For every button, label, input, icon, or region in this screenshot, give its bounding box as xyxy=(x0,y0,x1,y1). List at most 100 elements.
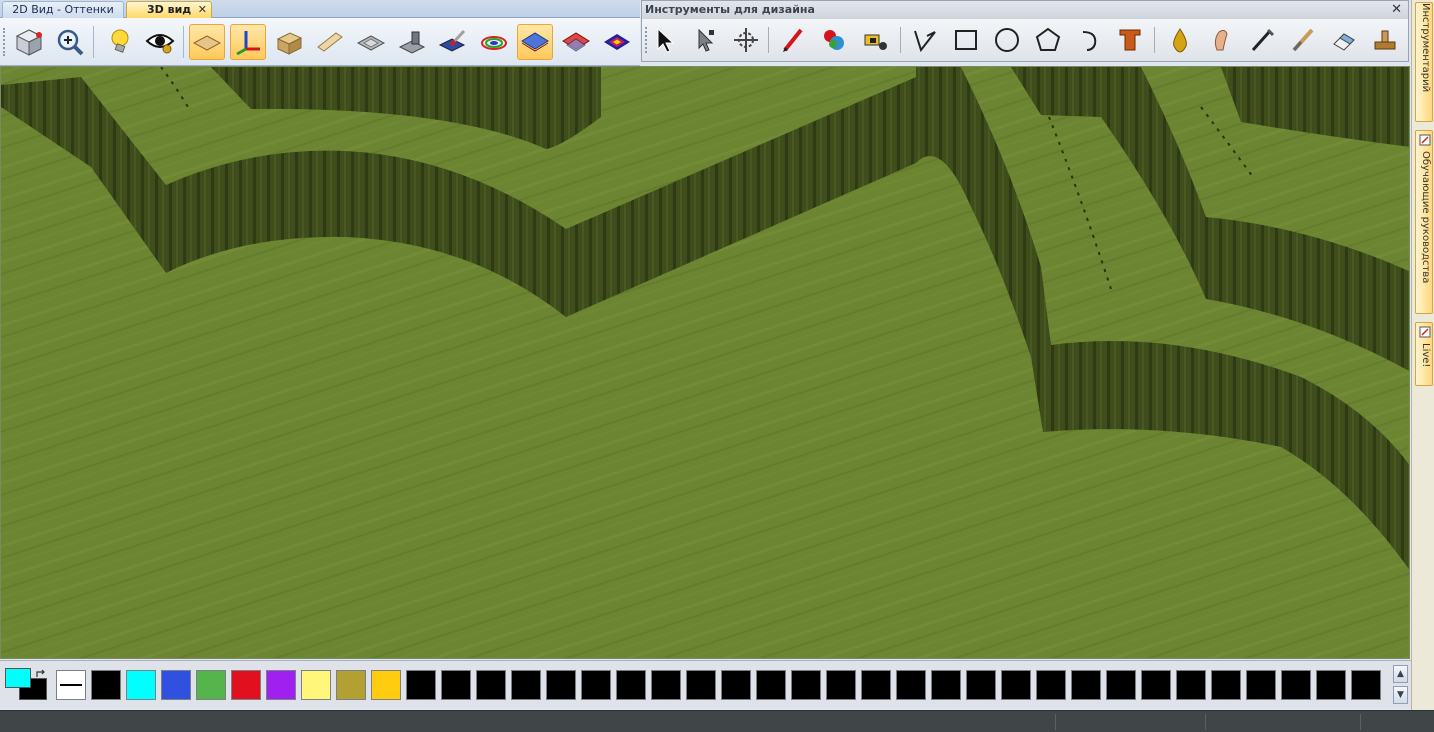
rectangle-tool-button[interactable] xyxy=(949,23,983,57)
palette-swatch[interactable] xyxy=(931,670,961,700)
paint-brush-icon xyxy=(438,29,466,52)
swap-colors-icon[interactable] xyxy=(35,669,47,679)
flat-plane-button[interactable] xyxy=(189,24,225,60)
axes-button[interactable] xyxy=(230,24,266,60)
drop-tool-button[interactable] xyxy=(1163,23,1197,57)
palette-swatch[interactable] xyxy=(161,670,191,700)
paint-brush-button[interactable] xyxy=(435,24,471,60)
palette-swatch[interactable] xyxy=(1001,670,1031,700)
palette-swatch[interactable] xyxy=(1176,670,1206,700)
palette-swatch[interactable] xyxy=(231,670,261,700)
palette-swatch[interactable] xyxy=(1316,670,1346,700)
color-layer-button[interactable] xyxy=(476,24,512,60)
palette-swatch[interactable] xyxy=(686,670,716,700)
transform-tool-button[interactable] xyxy=(729,23,763,57)
palette-scroll-down[interactable]: ▼ xyxy=(1393,686,1408,704)
palette-swatch[interactable] xyxy=(1281,670,1311,700)
palette-swatch[interactable] xyxy=(476,670,506,700)
toolbar-grip[interactable] xyxy=(3,28,6,56)
stamp-tool-button[interactable] xyxy=(1368,23,1402,57)
circle-tool-button[interactable] xyxy=(990,23,1024,57)
machine-button[interactable] xyxy=(394,24,430,60)
current-colors[interactable] xyxy=(5,668,49,702)
tab-3d-view[interactable]: 3D вид ✕ xyxy=(126,1,212,18)
palette-swatch[interactable] xyxy=(1211,670,1241,700)
design-tools-toolbar xyxy=(642,19,1408,61)
close-icon[interactable]: ✕ xyxy=(1391,1,1402,18)
palette-swatch[interactable] xyxy=(336,670,366,700)
red-plane-button[interactable] xyxy=(558,24,594,60)
palette-scroll-up[interactable]: ▲ xyxy=(1393,665,1408,683)
palette-swatch[interactable] xyxy=(1141,670,1171,700)
palette-swatch[interactable] xyxy=(826,670,856,700)
relief-plate-icon xyxy=(356,35,386,51)
pen-tool-button[interactable] xyxy=(1245,23,1279,57)
text-tool-button[interactable] xyxy=(1113,23,1147,57)
eraser-tool-button[interactable] xyxy=(1327,23,1361,57)
palette-swatch[interactable] xyxy=(1036,670,1066,700)
status-divider xyxy=(1055,714,1056,730)
side-tab-live[interactable]: Live! xyxy=(1415,322,1433,386)
right-side-panel: Инструментарий Обучающие руководства Liv… xyxy=(1411,0,1434,710)
palette-swatch[interactable] xyxy=(126,670,156,700)
palette-swatch[interactable] xyxy=(756,670,786,700)
palette-swatch[interactable] xyxy=(371,670,401,700)
palette-swatch[interactable] xyxy=(511,670,541,700)
side-tab-live-label: Live! xyxy=(1420,343,1431,368)
eraser-fill-tool-button[interactable] xyxy=(858,23,892,57)
palette-swatch[interactable] xyxy=(1071,670,1101,700)
wood-box-icon xyxy=(276,32,303,55)
polyline-tool-button[interactable] xyxy=(908,23,942,57)
toolbar-separator xyxy=(1154,27,1155,53)
zoom-button[interactable] xyxy=(52,24,88,60)
palette-swatch[interactable] xyxy=(721,670,751,700)
app-window: 2D Вид - Оттенки 3D вид ✕ Инструменты дл… xyxy=(0,0,1434,732)
wood-plank-button[interactable] xyxy=(312,24,348,60)
polygon-tool-button[interactable] xyxy=(1031,23,1065,57)
palette-swatch[interactable] xyxy=(791,670,821,700)
node-edit-tool-button[interactable] xyxy=(688,23,722,57)
wood-box-button[interactable] xyxy=(271,24,307,60)
palette-swatch[interactable] xyxy=(896,670,926,700)
primary-color-swatch[interactable] xyxy=(5,668,31,688)
color-fill-tool-button[interactable] xyxy=(817,23,851,57)
relief-plate-button[interactable] xyxy=(353,24,389,60)
palette-swatch[interactable] xyxy=(406,670,436,700)
palette-swatch[interactable] xyxy=(56,670,86,700)
palette-swatch[interactable] xyxy=(616,670,646,700)
tab-2d-view[interactable]: 2D Вид - Оттенки xyxy=(2,1,124,18)
palette-swatch[interactable] xyxy=(91,670,121,700)
palette-swatch[interactable] xyxy=(1246,670,1276,700)
3d-viewport[interactable] xyxy=(0,66,1410,659)
knife-tool-button[interactable] xyxy=(1286,23,1320,57)
close-icon[interactable]: ✕ xyxy=(198,2,207,18)
visibility-button[interactable] xyxy=(142,24,178,60)
cube-view-icon xyxy=(15,29,43,56)
select-tool-button[interactable] xyxy=(647,23,681,57)
palette-swatch[interactable] xyxy=(1351,670,1381,700)
design-tools-title[interactable]: Инструменты для дизайна ✕ xyxy=(642,1,1408,19)
palette-swatch[interactable] xyxy=(266,670,296,700)
palette-swatch[interactable] xyxy=(581,670,611,700)
palette-swatch[interactable] xyxy=(966,670,996,700)
pencil-tool-button[interactable] xyxy=(776,23,810,57)
heatmap-plane-button[interactable] xyxy=(599,24,635,60)
terrain-render[interactable] xyxy=(1,67,1410,659)
select-arrow-icon xyxy=(657,27,675,53)
node-edit-icon xyxy=(698,28,714,52)
palette-swatch[interactable] xyxy=(651,670,681,700)
lighting-button[interactable] xyxy=(101,24,137,60)
smudge-tool-button[interactable] xyxy=(1204,23,1238,57)
palette-swatch[interactable] xyxy=(196,670,226,700)
arc-tool-button[interactable] xyxy=(1072,23,1106,57)
side-tab-tutorials[interactable]: Обучающие руководства xyxy=(1415,130,1433,314)
live-icon xyxy=(1419,326,1431,338)
blue-plane-button[interactable] xyxy=(517,24,553,60)
palette-swatch[interactable] xyxy=(546,670,576,700)
palette-swatch[interactable] xyxy=(441,670,471,700)
palette-swatch[interactable] xyxy=(861,670,891,700)
side-tab-toolbox[interactable]: Инструментарий xyxy=(1415,2,1433,122)
palette-swatch[interactable] xyxy=(1106,670,1136,700)
cube-view-button[interactable] xyxy=(11,24,47,60)
palette-swatch[interactable] xyxy=(301,670,331,700)
